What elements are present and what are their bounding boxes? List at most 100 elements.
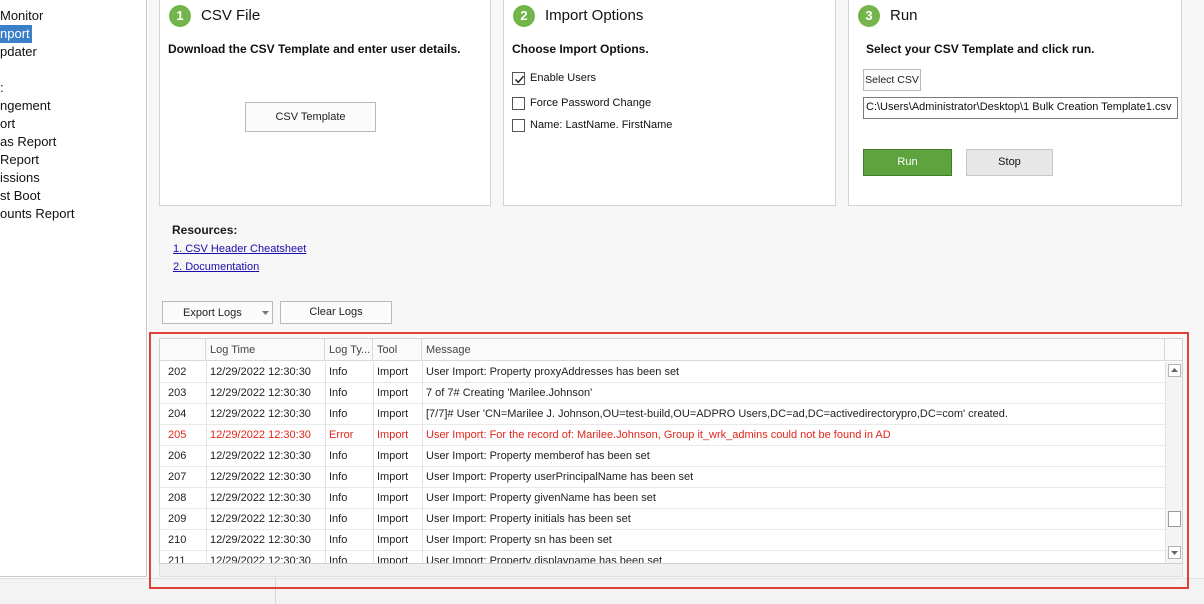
log-time: 12/29/2022 12:30:30 — [210, 408, 311, 420]
sidebar-item-permissions[interactable]: issions — [0, 169, 40, 187]
sidebar-item-monitor[interactable]: Monitor — [0, 7, 43, 25]
check-icon — [514, 75, 525, 84]
log-time: 12/29/2022 12:30:30 — [210, 429, 311, 441]
row-number: 203 — [168, 387, 187, 399]
log-message: User Import: Property givenName has been… — [426, 492, 656, 504]
log-type-header[interactable]: Log Ty... — [325, 339, 373, 361]
sidebar-item-category[interactable]: : — [0, 79, 4, 97]
name-format-label: Name: LastName. FirstName — [530, 119, 673, 131]
scroll-down-button[interactable] — [1168, 546, 1181, 559]
log-horizontal-scrollbar[interactable] — [159, 564, 1183, 577]
log-tool: Import — [377, 555, 409, 564]
log-time: 12/29/2022 12:30:30 — [210, 555, 311, 564]
log-row[interactable]: 206 12/29/2022 12:30:30 Info Import User… — [160, 446, 1167, 467]
csv-file-subtitle: Download the CSV Template and enter user… — [168, 42, 461, 56]
log-row[interactable]: 211 12/29/2022 12:30:30 Info Import User… — [160, 551, 1167, 564]
log-row[interactable]: 209 12/29/2022 12:30:30 Info Import User… — [160, 509, 1167, 530]
log-rows: 202 12/29/2022 12:30:30 Info Import User… — [160, 362, 1167, 564]
log-time: 12/29/2022 12:30:30 — [210, 534, 311, 546]
csv-template-button[interactable]: CSV Template — [245, 102, 376, 132]
tool-header[interactable]: Tool — [373, 339, 422, 361]
log-vertical-scrollbar[interactable] — [1165, 362, 1182, 563]
sidebar: Monitor nport pdater : ngement ort as Re… — [0, 0, 147, 577]
sidebar-item-report[interactable]: ort — [0, 115, 15, 133]
run-subtitle: Select your CSV Template and click run. — [866, 42, 1095, 56]
enable-users-label: Enable Users — [530, 72, 597, 84]
scroll-up-button[interactable] — [1168, 364, 1181, 377]
select-csv-button[interactable]: Select CSV — [863, 69, 921, 91]
sidebar-item-accounts-report[interactable]: ounts Report — [0, 205, 74, 223]
log-row[interactable]: 210 12/29/2022 12:30:30 Info Import User… — [160, 530, 1167, 551]
arrow-up-icon — [1171, 368, 1178, 372]
sidebar-item-report-2[interactable]: Report — [0, 151, 39, 169]
export-logs-button[interactable]: Export Logs — [162, 301, 273, 324]
row-number: 206 — [168, 450, 187, 462]
sidebar-item-updater[interactable]: pdater — [0, 43, 37, 61]
log-message: User Import: Property displayname has be… — [426, 555, 663, 564]
log-row[interactable]: 203 12/29/2022 12:30:30 Info Import 7 of… — [160, 383, 1167, 404]
sidebar-item-management[interactable]: ngement — [0, 97, 51, 115]
log-time: 12/29/2022 12:30:30 — [210, 492, 311, 504]
log-message: User Import: Property memberof has been … — [426, 450, 650, 462]
row-number: 210 — [168, 534, 187, 546]
name-format-checkbox[interactable] — [512, 119, 525, 132]
csv-file-panel: 1 CSV File Download the CSV Template and… — [159, 0, 491, 206]
log-row[interactable]: 208 12/29/2022 12:30:30 Info Import User… — [160, 488, 1167, 509]
log-type: Info — [329, 387, 348, 399]
log-type: Info — [329, 534, 348, 546]
sidebar-item-last-boot[interactable]: st Boot — [0, 187, 40, 205]
log-row-error[interactable]: 205 12/29/2022 12:30:30 Error Import Use… — [160, 425, 1167, 446]
import-options-title: Import Options — [545, 7, 644, 24]
run-title: Run — [890, 7, 918, 24]
caret-down-icon — [262, 311, 269, 315]
log-time: 12/29/2022 12:30:30 — [210, 471, 311, 483]
sidebar-item-import[interactable]: nport — [0, 25, 32, 43]
force-password-change-label: Force Password Change — [530, 97, 652, 109]
export-logs-label: Export Logs — [183, 307, 242, 319]
row-number: 209 — [168, 513, 187, 525]
log-time-header[interactable]: Log Time — [206, 339, 325, 361]
log-type: Info — [329, 471, 348, 483]
log-message: User Import: Property sn has been set — [426, 534, 612, 546]
row-number: 204 — [168, 408, 187, 420]
run-panel: 3 Run Select your CSV Template and click… — [848, 0, 1182, 206]
sidebar-item-status-report[interactable]: as Report — [0, 133, 56, 151]
message-header[interactable]: Message — [422, 339, 1165, 361]
log-grid-header: Log Time Log Ty... Tool Message — [160, 339, 1182, 361]
run-button[interactable]: Run — [863, 149, 952, 176]
log-tool: Import — [377, 387, 409, 399]
log-time: 12/29/2022 12:30:30 — [210, 513, 311, 525]
log-tool: Import — [377, 471, 409, 483]
log-time: 12/29/2022 12:30:30 — [210, 387, 311, 399]
csv-header-cheatsheet-link[interactable]: 1. CSV Header Cheatsheet — [173, 243, 306, 255]
documentation-link[interactable]: 2. Documentation — [173, 261, 259, 273]
arrow-down-icon — [1171, 551, 1178, 555]
log-tool: Import — [377, 492, 409, 504]
row-number: 202 — [168, 366, 187, 378]
step-3-badge: 3 — [858, 5, 880, 27]
stop-button[interactable]: Stop — [966, 149, 1053, 176]
log-row[interactable]: 204 12/29/2022 12:30:30 Info Import [7/7… — [160, 404, 1167, 425]
enable-users-checkbox[interactable] — [512, 72, 525, 85]
scroll-thumb[interactable] — [1168, 511, 1181, 527]
log-type: Info — [329, 513, 348, 525]
log-row[interactable]: 207 12/29/2022 12:30:30 Info Import User… — [160, 467, 1167, 488]
log-tool: Import — [377, 366, 409, 378]
clear-logs-button[interactable]: Clear Logs — [280, 301, 392, 324]
log-message: [7/7]# User 'CN=Marilee J. Johnson,OU=te… — [426, 408, 1008, 420]
import-options-panel: 2 Import Options Choose Import Options. … — [503, 0, 836, 206]
force-password-change-checkbox[interactable] — [512, 97, 525, 110]
log-message: User Import: Property userPrincipalName … — [426, 471, 694, 483]
csv-path-input[interactable]: C:\Users\Administrator\Desktop\1 Bulk Cr… — [863, 97, 1178, 119]
log-row[interactable]: 202 12/29/2022 12:30:30 Info Import User… — [160, 362, 1167, 383]
log-tool: Import — [377, 534, 409, 546]
log-tool: Import — [377, 408, 409, 420]
log-message: User Import: Property proxyAddresses has… — [426, 366, 680, 378]
row-number: 205 — [168, 429, 187, 441]
resources-title: Resources: — [172, 223, 238, 237]
log-tool: Import — [377, 429, 409, 441]
log-grid[interactable]: Log Time Log Ty... Tool Message 202 12/2… — [159, 338, 1183, 564]
log-message: 7 of 7# Creating 'Marilee.Johnson' — [426, 387, 593, 399]
log-type: Info — [329, 450, 348, 462]
log-message: User Import: Property initials has been … — [426, 513, 631, 525]
